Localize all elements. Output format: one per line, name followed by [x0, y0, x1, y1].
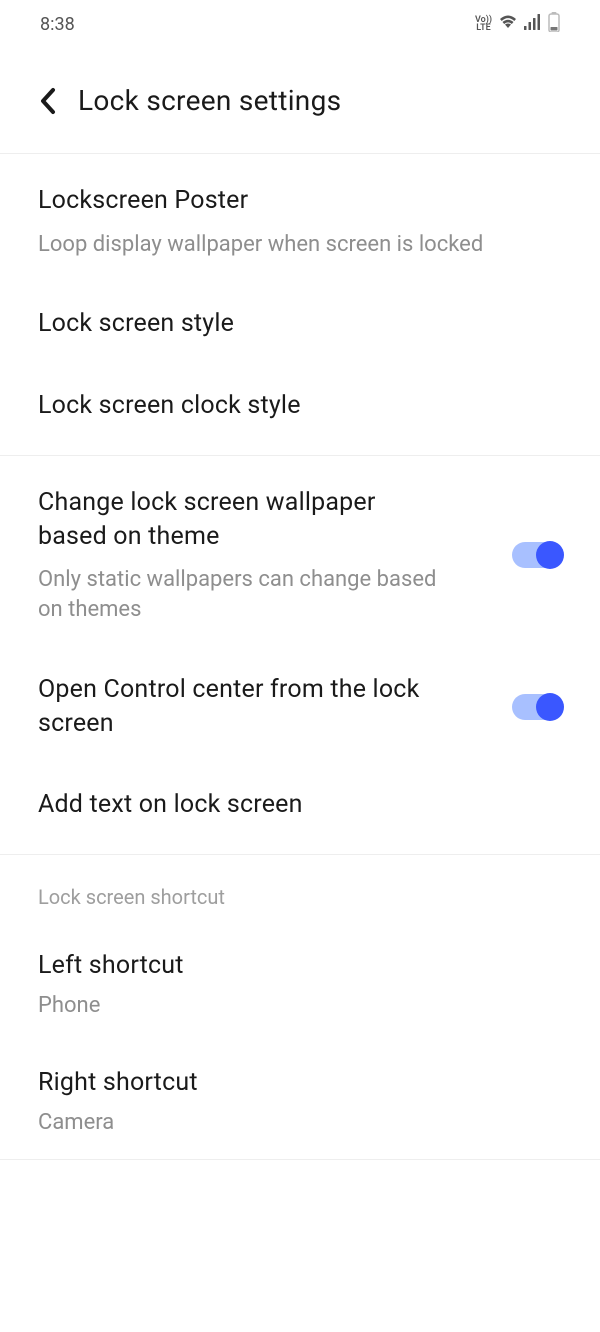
lockscreen-poster-item[interactable]: Lockscreen Poster Loop display wallpaper… [0, 154, 600, 283]
setting-value: Phone [38, 993, 562, 1018]
setting-title: Lock screen style [38, 307, 562, 341]
wifi-icon [498, 14, 518, 34]
setting-title: Change lock screen wallpaper based on th… [38, 486, 448, 554]
setting-value: Camera [38, 1110, 562, 1135]
status-bar: 8:38 Vo)) LTE [0, 0, 600, 48]
setting-subtitle: Loop display wallpaper when screen is lo… [38, 230, 562, 260]
setting-title: Lock screen clock style [38, 389, 562, 423]
left-shortcut-item[interactable]: Left shortcut Phone [0, 925, 600, 1042]
settings-section-2: Change lock screen wallpaper based on th… [0, 456, 600, 855]
setting-title: Add text on lock screen [38, 788, 562, 822]
wallpaper-theme-toggle[interactable] [512, 542, 562, 568]
status-time: 8:38 [40, 14, 75, 35]
setting-title: Right shortcut [38, 1066, 562, 1100]
right-shortcut-item[interactable]: Right shortcut Camera [0, 1042, 600, 1159]
volte-icon: Vo)) LTE [475, 16, 492, 32]
settings-section-shortcut: Lock screen shortcut Left shortcut Phone… [0, 855, 600, 1160]
page-title: Lock screen settings [78, 84, 341, 117]
control-center-toggle[interactable] [512, 694, 562, 720]
lock-screen-style-item[interactable]: Lock screen style [0, 283, 600, 365]
settings-section-1: Lockscreen Poster Loop display wallpaper… [0, 154, 600, 456]
battery-icon [548, 12, 560, 36]
open-control-center-item[interactable]: Open Control center from the lock screen [0, 649, 600, 765]
chevron-left-icon [39, 87, 57, 115]
add-text-lockscreen-item[interactable]: Add text on lock screen [0, 764, 600, 854]
toggle-knob [536, 541, 564, 569]
status-icons: Vo)) LTE [475, 12, 560, 36]
setting-subtitle: Only static wallpapers can change based … [38, 565, 458, 624]
setting-title: Lockscreen Poster [38, 184, 562, 218]
back-button[interactable] [36, 89, 60, 113]
toggle-knob [536, 693, 564, 721]
setting-title: Open Control center from the lock screen [38, 673, 448, 741]
page-header: Lock screen settings [0, 48, 600, 154]
signal-icon [524, 14, 542, 34]
setting-title: Left shortcut [38, 949, 562, 983]
change-wallpaper-theme-item[interactable]: Change lock screen wallpaper based on th… [0, 456, 600, 649]
lock-screen-clock-style-item[interactable]: Lock screen clock style [0, 365, 600, 455]
section-header: Lock screen shortcut [0, 855, 600, 925]
